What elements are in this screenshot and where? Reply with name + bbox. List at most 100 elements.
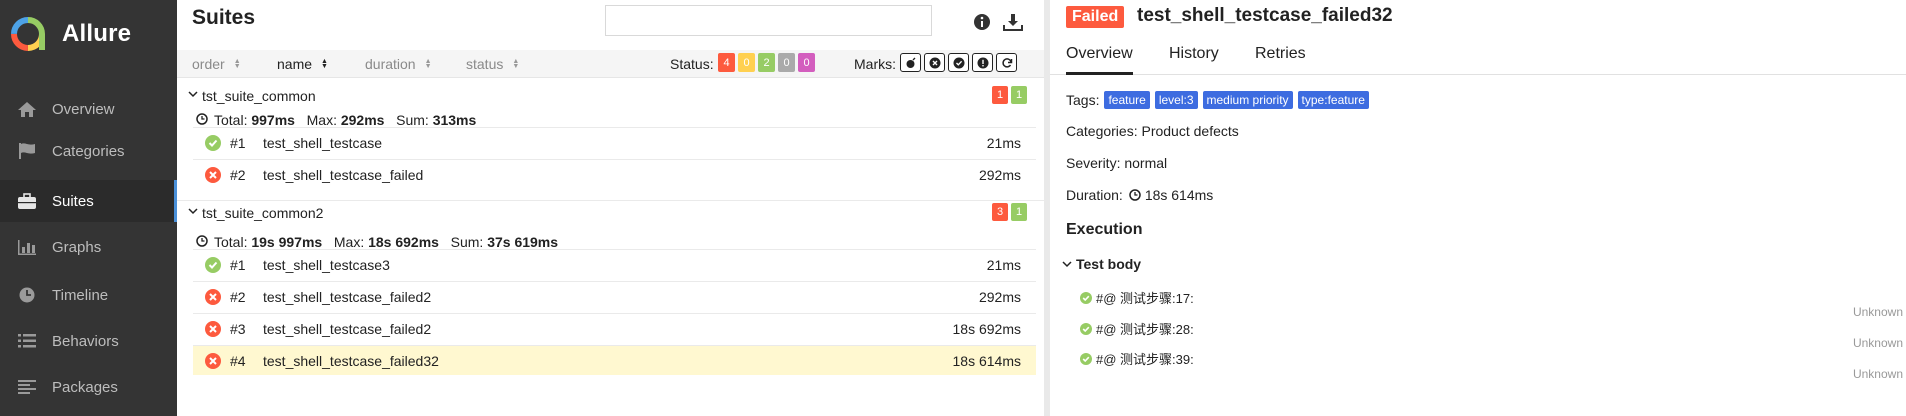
status-broken-badge[interactable]: 0 [738, 53, 755, 72]
duration-label: Duration: [1066, 187, 1123, 203]
refresh-icon [1001, 57, 1012, 68]
tab-overview[interactable]: Overview [1066, 45, 1133, 75]
test-row[interactable]: #1 test_shell_testcase3 21ms [193, 249, 1036, 279]
sidebar-item-categories[interactable]: Categories [0, 130, 177, 172]
test-duration: 292ms [978, 167, 1021, 183]
stat-sum-label: Sum: [396, 112, 429, 128]
search-input[interactable] [605, 5, 932, 36]
failed-cross-icon [205, 321, 221, 337]
stat-total-value: 997ms [251, 112, 295, 128]
list-icon [16, 332, 38, 350]
sort-status[interactable]: status ▲ ▼ [466, 56, 519, 72]
stat-max-label: Max: [306, 112, 337, 128]
stat-max-value: 292ms [340, 112, 385, 128]
suite-group-name: tst_suite_common2 [202, 205, 324, 221]
sidebar-item-overview[interactable]: Overview [0, 88, 177, 130]
briefcase-icon [16, 192, 38, 210]
sidebar-item-label: Packages [52, 378, 118, 396]
sidebar-item-label: Behaviors [52, 332, 119, 350]
test-duration: 18s 614ms [952, 353, 1021, 369]
chevron-down-icon [188, 208, 198, 215]
sort-asc-icon: ▲ ▼ [321, 58, 328, 70]
tag-level[interactable]: level:3 [1154, 91, 1198, 109]
status-filter-label: Status: [670, 56, 714, 72]
sidebar-item-label: Graphs [52, 238, 102, 256]
mark-new-passed-button[interactable] [948, 53, 969, 72]
test-row[interactable]: #2 test_shell_testcase_failed2 292ms [193, 281, 1036, 311]
passed-check-icon [1080, 291, 1092, 304]
sidebar-item-graphs[interactable]: Graphs [0, 226, 177, 268]
sort-order[interactable]: order ▲ ▼ [192, 56, 241, 72]
test-duration: 292ms [978, 289, 1021, 305]
brand[interactable]: Allure [0, 0, 177, 68]
failed-cross-icon [205, 353, 221, 369]
mark-flaky-button[interactable] [900, 53, 921, 72]
mark-retries-button[interactable] [996, 53, 1017, 72]
suites-panel: Suites order ▲ ▼ name ▲ ▼ duration ▲ ▼ stat… [177, 0, 1044, 416]
tab-history[interactable]: History [1169, 45, 1219, 75]
status-unknown-badge[interactable]: 0 [798, 53, 815, 72]
suite-group-header[interactable]: tst_suite_common2 3 1 [177, 200, 1044, 224]
passed-check-icon [205, 135, 221, 151]
suite-group-header[interactable]: tst_suite_common 1 1 [177, 84, 1044, 108]
test-row[interactable]: #2 test_shell_testcase_failed 292ms [193, 159, 1036, 189]
mark-new-broken-button[interactable] [972, 53, 993, 72]
status-badge: Failed [1066, 6, 1125, 28]
clock-icon [196, 235, 208, 247]
status-skipped-badge[interactable]: 0 [778, 53, 795, 72]
sidebar-item-suites[interactable]: Suites [0, 180, 177, 222]
detail-tabs: Overview History Retries [1050, 40, 1906, 75]
categories-row: Categories: Product defects [1066, 123, 1239, 139]
step-label: #@ 测试步骤:28: [1096, 322, 1194, 337]
sort-arrows-icon: ▲ ▼ [424, 58, 432, 70]
test-name: test_shell_testcase_failed [263, 167, 424, 183]
tab-retries[interactable]: Retries [1255, 45, 1306, 75]
stat-sum-value: 313ms [432, 112, 477, 128]
step-item[interactable]: #@ 测试步骤:39: [1080, 349, 1194, 368]
sidebar-item-packages[interactable]: Packages [0, 366, 177, 408]
sidebar-item-timeline[interactable]: Timeline [0, 274, 177, 316]
stat-sum-value: 37s 619ms [487, 234, 559, 250]
test-row[interactable]: #3 test_shell_testcase_failed2 18s 692ms [193, 313, 1036, 343]
sidebar-item-label: Timeline [52, 286, 109, 304]
sidebar-item-label: Categories [52, 142, 125, 160]
test-row-selected[interactable]: #4 test_shell_testcase_failed32 18s 614m… [193, 345, 1036, 375]
sort-duration[interactable]: duration ▲ ▼ [365, 56, 432, 72]
test-row[interactable]: #1 test_shell_testcase 21ms [193, 127, 1036, 157]
step-item[interactable]: #@ 测试步骤:28: [1080, 319, 1194, 338]
step-label: #@ 测试步骤:39: [1096, 352, 1194, 367]
times-circle-icon [929, 57, 940, 68]
status-passed-badge[interactable]: 2 [758, 53, 775, 72]
page-title: Suites [192, 6, 256, 29]
sidebar-item-behaviors[interactable]: Behaviors [0, 320, 177, 362]
test-duration: 21ms [986, 135, 1021, 151]
status-failed-badge[interactable]: 4 [718, 53, 735, 72]
app-name: Allure [62, 20, 132, 47]
duration-value: 18s 614ms [1144, 187, 1214, 203]
failed-cross-icon [205, 167, 221, 183]
test-body-toggle[interactable]: Test body [1062, 256, 1141, 272]
tag-feature[interactable]: feature [1104, 91, 1150, 109]
info-icon[interactable] [972, 12, 992, 32]
test-name: test_shell_testcase3 [263, 257, 390, 273]
passed-check-icon [1080, 322, 1092, 335]
passed-check-icon [205, 257, 221, 273]
group-failed-count: 3 [992, 203, 1008, 221]
chevron-down-icon [1062, 261, 1072, 268]
sort-name[interactable]: name ▲ ▼ [277, 56, 328, 72]
stat-total-label: Total: [214, 234, 248, 250]
tag-priority[interactable]: medium priority [1202, 91, 1293, 109]
tag-type[interactable]: type:feature [1297, 91, 1369, 109]
step-status: Unknown [1852, 305, 1903, 319]
execution-title: Execution [1066, 221, 1143, 238]
group-passed-count: 1 [1011, 203, 1027, 221]
mark-new-failed-button[interactable] [924, 53, 945, 72]
test-number: #4 [230, 353, 246, 369]
flag-icon [16, 142, 38, 160]
download-icon[interactable] [1003, 12, 1023, 32]
allure-logo-icon [11, 17, 45, 51]
allure-app: Allure Overview Categories Suites Graphs [0, 0, 1906, 416]
passed-check-icon [1080, 352, 1092, 365]
step-item[interactable]: #@ 测试步骤:17: [1080, 288, 1194, 307]
test-duration: 18s 692ms [952, 321, 1021, 337]
